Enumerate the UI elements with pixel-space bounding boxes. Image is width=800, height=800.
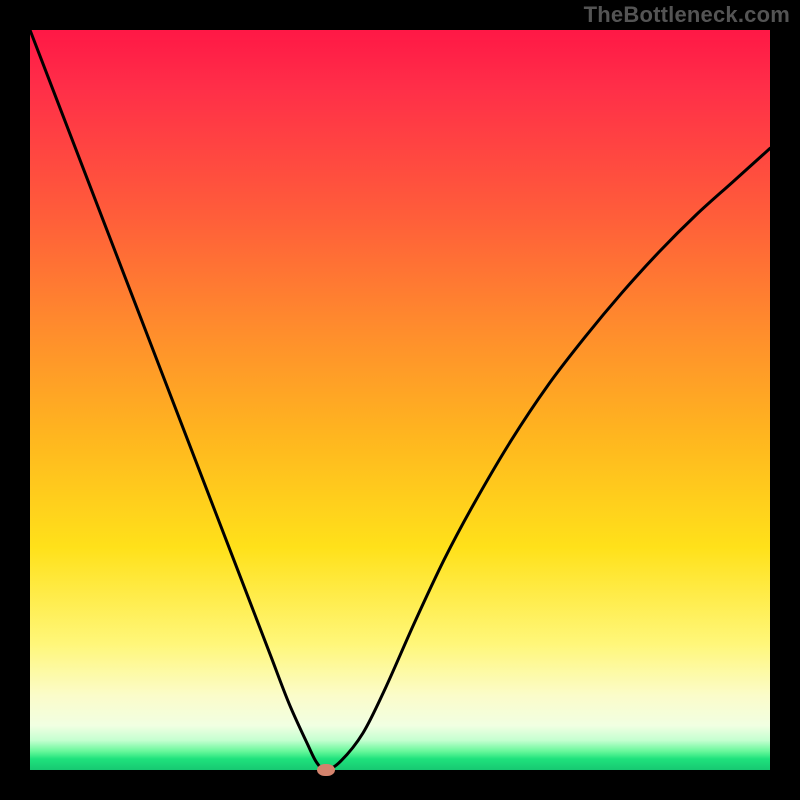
watermark-text: TheBottleneck.com (584, 2, 790, 28)
bottleneck-curve (30, 30, 770, 770)
plot-area (30, 30, 770, 770)
optimal-point-marker (317, 764, 335, 776)
chart-frame: TheBottleneck.com (0, 0, 800, 800)
